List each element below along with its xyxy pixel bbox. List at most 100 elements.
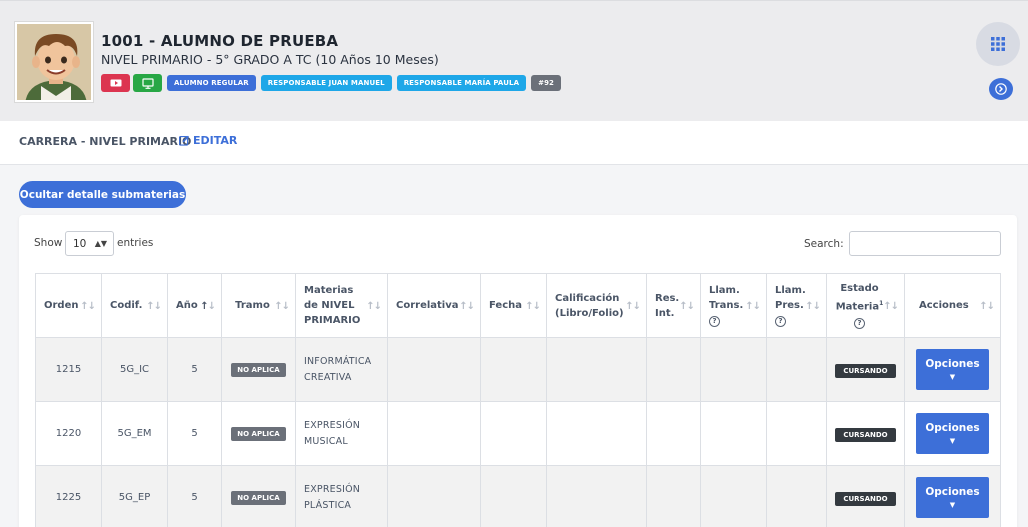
cell-codif: 5G_EM (101, 401, 168, 466)
cell-llam-trans (700, 465, 767, 527)
show-label: Show (34, 237, 63, 249)
cell-correlativa (387, 465, 481, 527)
toggle-submaterias-button[interactable]: Ocultar detalle submaterias (19, 181, 186, 208)
tramo-badge: NO APLICA (231, 362, 286, 377)
column-header-estado[interactable]: Estado Materia1? ↑↓ (826, 273, 905, 338)
column-header-res-int[interactable]: Res. Int. ↑↓ (646, 273, 701, 338)
estado-badge: CURSANDO (835, 428, 896, 442)
cell-correlativa (387, 401, 481, 466)
video-icon[interactable] (101, 74, 130, 92)
column-header-llam-pres[interactable]: Llam. Pres.? ↑↓ (766, 273, 827, 338)
sort-icon: ↑↓ (146, 300, 162, 312)
next-button[interactable] (989, 78, 1013, 100)
caret-down-icon: ▼ (949, 501, 956, 509)
column-header-fecha[interactable]: Fecha ↑↓ (480, 273, 547, 338)
sort-icon: ↑↓ (200, 300, 216, 312)
page-length-select[interactable]: 10 ▲▼ (65, 231, 114, 256)
cell-calificacion (546, 465, 647, 527)
caret-down-icon: ▼ (949, 437, 956, 445)
cell-anio: 5 (167, 337, 222, 402)
student-badges: ALUMNO REGULAR RESPONSABLE JUAN MANUEL R… (101, 74, 562, 92)
entries-label: entries (117, 237, 154, 249)
career-section-bar: CARRERA - NIVEL PRIMARIO EDITAR (0, 121, 1028, 165)
options-button[interactable]: Opciones ▼ (916, 477, 989, 518)
cell-tramo: NO APLICA (221, 401, 296, 466)
sort-icon: ↑↓ (679, 300, 695, 312)
cell-estado: CURSANDO (826, 401, 905, 466)
tramo-badge: NO APLICA (231, 490, 286, 505)
options-button[interactable]: Opciones ▼ (916, 413, 989, 454)
cell-llam-pres (766, 401, 827, 466)
estado-badge: CURSANDO (835, 364, 896, 378)
cell-acciones: Opciones ▼ (904, 337, 1001, 402)
cell-materia: EXPRESIÓN PLÁSTICA (295, 465, 388, 527)
arrow-right-icon (995, 83, 1007, 95)
column-header-orden[interactable]: Orden ↑↓ (35, 273, 102, 338)
sort-icon: ↑↓ (805, 300, 821, 312)
estado-badge: CURSANDO (835, 492, 896, 506)
table-row: 1215 5G_IC 5 NO APLICA INFORMÁTICA CREAT… (35, 337, 1001, 402)
student-avatar (15, 22, 93, 102)
cell-llam-pres (766, 337, 827, 402)
cell-fecha (480, 401, 547, 466)
sort-icon: ↑↓ (979, 300, 995, 312)
table-row: 1225 5G_EP 5 NO APLICA EXPRESIÓN PLÁSTIC… (35, 465, 1001, 527)
student-level: NIVEL PRIMARIO - 5° GRADO A TC (10 Años … (101, 52, 439, 67)
edit-link[interactable]: EDITAR (179, 134, 237, 147)
cell-fecha (480, 337, 547, 402)
cell-orden: 1215 (35, 337, 102, 402)
cell-estado: CURSANDO (826, 465, 905, 527)
cell-codif: 5G_EP (101, 465, 168, 527)
cell-estado: CURSANDO (826, 337, 905, 402)
page-length-value: 10 (73, 237, 87, 250)
help-icon[interactable]: ? (775, 316, 786, 327)
student-name: 1001 - ALUMNO DE PRUEBA (101, 32, 339, 50)
column-header-acciones[interactable]: Acciones ↑↓ (904, 273, 1001, 338)
cell-orden: 1220 (35, 401, 102, 466)
cell-calificacion (546, 337, 647, 402)
chevron-down-icon: ▲▼ (94, 239, 107, 248)
student-header: 1001 - ALUMNO DE PRUEBA NIVEL PRIMARIO -… (0, 0, 1028, 121)
column-header-tramo[interactable]: Tramo ↑↓ (221, 273, 296, 338)
monitor-icon[interactable] (133, 74, 162, 92)
cell-fecha (480, 465, 547, 527)
column-header-materias[interactable]: Materias de NIVEL PRIMARIO ↑↓ (295, 273, 388, 338)
cell-llam-trans (700, 337, 767, 402)
section-title: CARRERA - NIVEL PRIMARIO (19, 135, 192, 148)
subjects-table: Orden ↑↓ Codif. ↑↓ Año ↑↓ Tramo ↑↓ Materias … (35, 273, 1001, 527)
column-header-llam-trans[interactable]: Llam. Trans.? ↑↓ (700, 273, 767, 338)
apps-grid-button[interactable] (976, 22, 1020, 66)
search-label: Search: (804, 238, 844, 250)
search-input[interactable] (849, 231, 1001, 256)
status-badge: ALUMNO REGULAR (167, 75, 256, 91)
responsable-badge: RESPONSABLE JUAN MANUEL (260, 75, 392, 91)
sort-icon: ↑↓ (80, 300, 96, 312)
sort-icon: ↑↓ (745, 300, 761, 312)
sort-icon: ↑↓ (883, 300, 899, 312)
column-header-calificacion[interactable]: Calificación (Libro/Folio) ↑↓ (546, 273, 647, 338)
cell-res-int (646, 401, 701, 466)
column-header-codif[interactable]: Codif. ↑↓ (101, 273, 168, 338)
cell-acciones: Opciones ▼ (904, 465, 1001, 527)
number-badge: #92 (531, 75, 562, 91)
sort-icon: ↑↓ (459, 300, 475, 312)
help-icon[interactable]: ? (854, 317, 865, 329)
cell-correlativa (387, 337, 481, 402)
column-header-anio[interactable]: Año ↑↓ (167, 273, 222, 338)
cell-calificacion (546, 401, 647, 466)
options-button[interactable]: Opciones ▼ (916, 349, 989, 390)
tramo-badge: NO APLICA (231, 426, 286, 441)
caret-down-icon: ▼ (949, 373, 956, 381)
edit-label: EDITAR (193, 134, 238, 147)
column-header-correlativa[interactable]: Correlativa ↑↓ (387, 273, 481, 338)
cell-res-int (646, 337, 701, 402)
sort-icon: ↑↓ (525, 300, 541, 312)
help-icon[interactable]: ? (709, 316, 720, 327)
table-row: 1220 5G_EM 5 NO APLICA EXPRESIÓN MUSICAL… (35, 401, 1001, 466)
cell-materia: INFORMÁTICA CREATIVA (295, 337, 388, 402)
sort-icon: ↑↓ (274, 300, 290, 312)
cell-orden: 1225 (35, 465, 102, 527)
cell-res-int (646, 465, 701, 527)
cell-tramo: NO APLICA (221, 337, 296, 402)
sort-icon: ↑↓ (625, 300, 641, 312)
